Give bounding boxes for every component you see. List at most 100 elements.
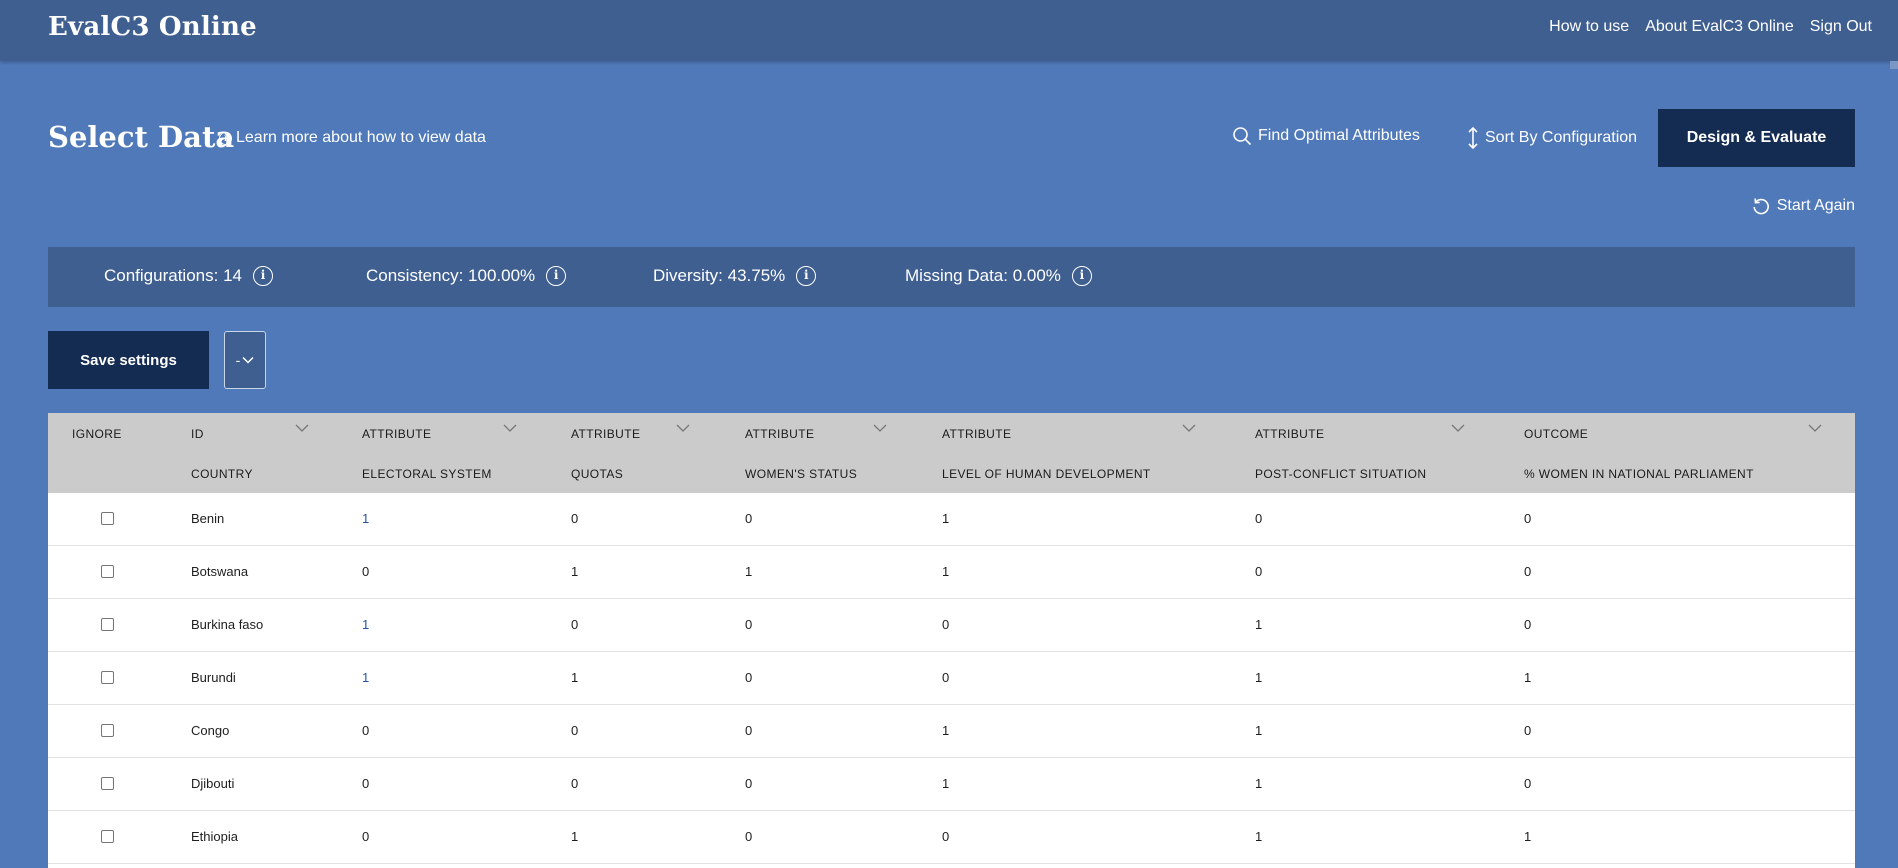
value-cell: 0 — [745, 723, 753, 738]
ignore-checkbox[interactable] — [101, 724, 114, 737]
info-icon[interactable]: i — [546, 266, 567, 286]
value-cell: 0 — [942, 829, 950, 844]
value-cell: 0 — [571, 776, 579, 791]
value-cell: 1 — [571, 829, 579, 844]
stat-diversity: Diversity: 43.75% i — [653, 266, 817, 286]
column-role-dropdown-chevron-down-icon[interactable] — [295, 423, 309, 433]
column-role-label: ID — [191, 427, 204, 441]
value-cell: 0 — [1524, 617, 1532, 632]
sort-by-configuration-button[interactable]: Sort By Configuration — [1467, 126, 1637, 150]
settings-dropdown-value: - — [235, 352, 241, 368]
value-cell: 0 — [362, 829, 370, 844]
value-cell: 1 — [1255, 670, 1263, 685]
ignore-checkbox[interactable] — [101, 565, 114, 578]
value-cell: 0 — [571, 511, 579, 526]
table-row: Congo 0 0 0 1 1 0 — [48, 705, 1855, 758]
start-again-button[interactable]: Start Again — [1751, 196, 1855, 216]
table-header: IGNORE ID COUNTRY ATTRIBUTE ELECTORAL SYSTEM… — [48, 413, 1855, 493]
ignore-checkbox[interactable] — [101, 777, 114, 790]
value-cell: 0 — [571, 723, 579, 738]
info-icon[interactable]: i — [252, 266, 273, 286]
save-settings-button[interactable]: Save settings — [48, 331, 209, 389]
value-cell: 0 — [745, 829, 753, 844]
value-cell: 0 — [1255, 511, 1263, 526]
design-evaluate-button[interactable]: Design & Evaluate — [1658, 109, 1855, 167]
country-cell: Botswana — [191, 564, 249, 579]
column-role-dropdown-chevron-down-icon[interactable] — [676, 423, 690, 433]
learn-more-link[interactable]: i Learn more about how to view data — [219, 129, 486, 147]
column-role-dropdown-chevron-down-icon[interactable] — [1182, 423, 1196, 433]
restart-icon — [1753, 198, 1769, 215]
consistency-value: Consistency: 100.00% — [366, 266, 536, 285]
value-cell: 1 — [362, 670, 370, 685]
country-cell: Burundi — [191, 670, 236, 685]
ignore-checkbox[interactable] — [101, 830, 114, 843]
value-cell: 1 — [1524, 670, 1532, 685]
column-role-dropdown-chevron-down-icon[interactable] — [873, 423, 887, 433]
stat-missing-data: Missing Data: 0.00% i — [905, 266, 1092, 286]
value-cell: 0 — [942, 617, 950, 632]
country-cell: Djibouti — [191, 776, 235, 791]
value-cell: 1 — [362, 617, 370, 632]
ignore-checkbox[interactable] — [101, 618, 114, 631]
info-icon: i — [219, 131, 232, 145]
ignore-checkbox[interactable] — [101, 512, 114, 525]
value-cell: 0 — [1524, 511, 1532, 526]
column-role-label: ATTRIBUTE — [362, 427, 432, 441]
start-again-label: Start Again — [1776, 197, 1855, 214]
stats-bar: Configurations: 14 i Consistency: 100.00… — [48, 247, 1855, 307]
nav-how-to-use[interactable]: How to use — [1549, 18, 1629, 36]
settings-dropdown[interactable]: - — [224, 331, 266, 389]
scrollbar[interactable] — [1890, 61, 1898, 69]
country-cell: Benin — [191, 511, 225, 526]
value-cell: 1 — [362, 511, 370, 526]
value-cell: 0 — [1524, 723, 1532, 738]
ignore-checkbox[interactable] — [101, 671, 114, 684]
value-cell: 1 — [745, 564, 753, 579]
table-row: Benin 1 0 0 1 0 0 — [48, 493, 1855, 546]
column-name-label: % WOMEN IN NATIONAL PARLIAMENT — [1524, 467, 1754, 481]
table-row: Burkina faso 1 0 0 0 1 0 — [48, 599, 1855, 652]
chevron-down-icon — [242, 356, 254, 364]
vertical-arrows-icon — [1468, 126, 1478, 150]
nav-about[interactable]: About EvalC3 Online — [1645, 18, 1794, 36]
column-role-label: ATTRIBUTE — [942, 427, 1012, 441]
nav-sign-out[interactable]: Sign Out — [1810, 18, 1872, 36]
table-row: Djibouti 0 0 0 1 1 0 — [48, 758, 1855, 811]
value-cell: 0 — [745, 511, 753, 526]
value-cell: 1 — [571, 670, 579, 685]
value-cell: 1 — [1255, 617, 1263, 632]
find-optimal-label: Find Optimal Attributes — [1258, 127, 1420, 144]
app-brand[interactable]: EvalC3 Online — [48, 12, 257, 42]
value-cell: 1 — [942, 511, 950, 526]
find-optimal-attributes-button[interactable]: Find Optimal Attributes — [1232, 126, 1420, 146]
column-role-dropdown-chevron-down-icon[interactable] — [503, 423, 517, 433]
country-cell: Burkina faso — [191, 617, 264, 632]
value-cell: 1 — [942, 564, 950, 579]
value-cell: 0 — [942, 670, 950, 685]
info-icon[interactable]: i — [1071, 266, 1092, 286]
column-name-label: COUNTRY — [191, 467, 253, 481]
value-cell: 0 — [745, 617, 753, 632]
value-cell: 1 — [571, 564, 579, 579]
value-cell: 1 — [1255, 723, 1263, 738]
stat-configurations: Configurations: 14 i — [104, 266, 273, 286]
value-cell: 0 — [1255, 564, 1263, 579]
column-role-label: IGNORE — [72, 427, 122, 441]
column-role-label: OUTCOME — [1524, 427, 1589, 441]
top-bar: EvalC3 Online How to use About EvalC3 On… — [0, 0, 1898, 61]
stat-consistency: Consistency: 100.00% i — [366, 266, 567, 286]
search-icon — [1233, 127, 1252, 146]
column-role-dropdown-chevron-down-icon[interactable] — [1451, 423, 1465, 433]
value-cell: 0 — [571, 617, 579, 632]
table-row: Botswana 0 1 1 1 0 0 — [48, 546, 1855, 599]
country-cell: Ethiopia — [191, 829, 238, 844]
value-cell: 1 — [1255, 829, 1263, 844]
column-name-label: ELECTORAL SYSTEM — [362, 467, 492, 481]
column-name-label: POST-CONFLICT SITUATION — [1255, 467, 1427, 481]
diversity-value: Diversity: 43.75% — [653, 266, 786, 285]
value-cell: 0 — [362, 776, 370, 791]
column-role-dropdown-chevron-down-icon[interactable] — [1808, 423, 1822, 433]
info-icon[interactable]: i — [796, 266, 817, 286]
table-row: Burundi 1 1 0 0 1 1 — [48, 652, 1855, 705]
